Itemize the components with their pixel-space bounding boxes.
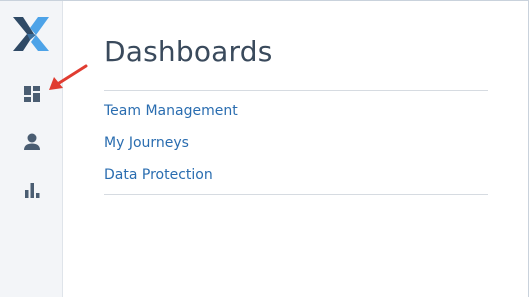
list-item: My Journeys bbox=[104, 131, 238, 163]
team-management-link[interactable]: Team Management bbox=[104, 103, 238, 119]
data-protection-link[interactable]: Data Protection bbox=[104, 167, 213, 183]
list-item: Team Management bbox=[104, 99, 238, 131]
annotation-arrow-icon bbox=[46, 63, 92, 93]
user-icon bbox=[20, 130, 44, 154]
my-journeys-link[interactable]: My Journeys bbox=[104, 135, 189, 151]
list-item: Data Protection bbox=[104, 163, 238, 195]
sidebar-item-profile[interactable] bbox=[20, 130, 44, 154]
brand-logo-icon[interactable] bbox=[11, 14, 51, 54]
divider bbox=[104, 194, 488, 195]
dashboard-icon bbox=[20, 82, 44, 106]
app-window: Dashboards Team Management My Journeys D… bbox=[0, 0, 529, 297]
dashboard-link-list: Team Management My Journeys Data Protect… bbox=[104, 99, 238, 195]
divider bbox=[104, 90, 488, 91]
sidebar-item-dashboards[interactable] bbox=[20, 82, 44, 106]
page-title: Dashboards bbox=[104, 35, 273, 68]
sidebar-item-reports[interactable] bbox=[20, 178, 44, 202]
bar-chart-icon bbox=[20, 178, 44, 202]
sidebar bbox=[0, 1, 63, 297]
